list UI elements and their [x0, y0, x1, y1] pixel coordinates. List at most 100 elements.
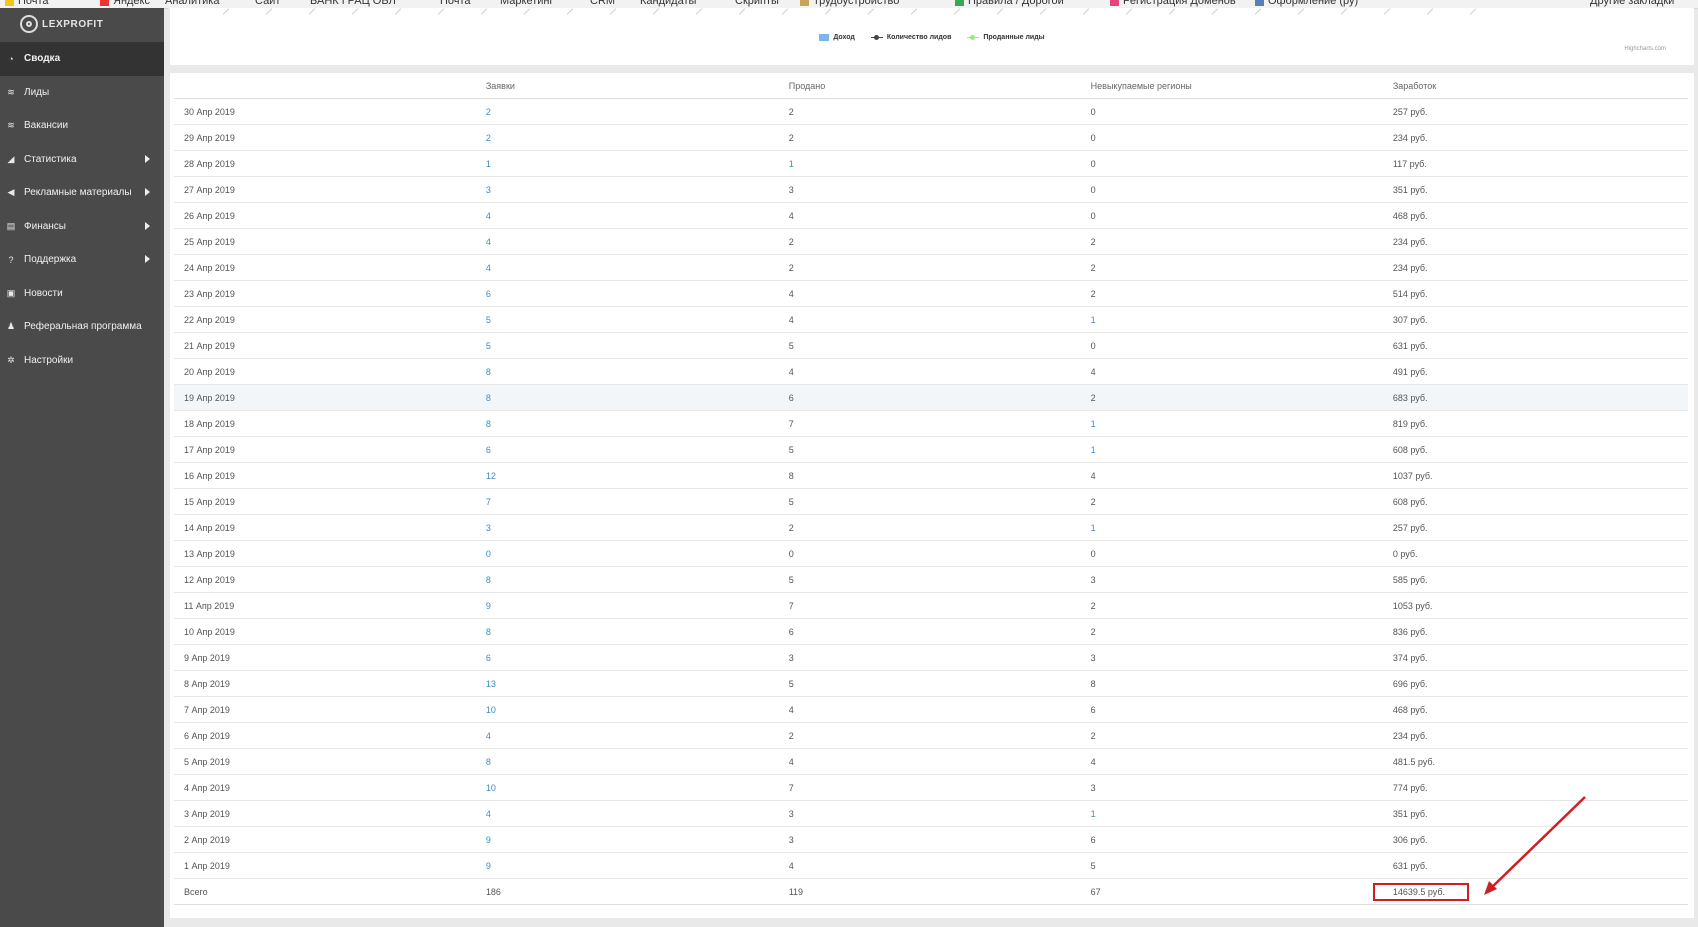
- cell-sold: 7: [788, 410, 1091, 437]
- sidebar-item[interactable]: ✲ Настройки: [0, 344, 164, 378]
- chart-tick: [738, 8, 746, 15]
- bookmark-item[interactable]: Сайт: [255, 0, 280, 7]
- sidebar-item-label: Реферальная программа: [24, 321, 142, 333]
- bookmark-label: CRM: [590, 0, 616, 7]
- cell-requests[interactable]: 1: [485, 150, 789, 177]
- sidebar-item[interactable]: ♟ Реферальная программа: [0, 310, 164, 344]
- cell-sold: 4: [788, 748, 1091, 775]
- cell-sold: 2: [788, 228, 1091, 255]
- cell-requests[interactable]: 8: [485, 748, 789, 775]
- column-header-sold[interactable]: Продано: [788, 73, 1091, 99]
- total-earnings-highlight: 14639.5 руб.: [1372, 882, 1470, 901]
- cell-requests[interactable]: 2: [485, 124, 789, 151]
- cell-requests[interactable]: 9: [485, 826, 789, 853]
- bookmark-item[interactable]: Яндекс: [100, 0, 150, 7]
- cell-sold: 4: [788, 852, 1091, 879]
- sidebar-item[interactable]: ▤ Финансы: [0, 210, 164, 244]
- cell-requests[interactable]: 8: [485, 618, 789, 645]
- cell-requests[interactable]: 4: [485, 800, 789, 827]
- bookmark-item[interactable]: Скрипты: [735, 0, 779, 7]
- column-header-unsold-regions[interactable]: Невыкупаемые регионы: [1090, 73, 1393, 99]
- cell-requests[interactable]: 5: [485, 306, 789, 333]
- cell-requests[interactable]: 6: [485, 280, 789, 307]
- cell-requests[interactable]: 8: [485, 566, 789, 593]
- bookmark-item[interactable]: БАНК ГРАЦ ОБЛ: [310, 0, 396, 7]
- chart-credits[interactable]: Highcharts.com: [1624, 46, 1666, 52]
- cell-unsold-regions[interactable]: 1: [1090, 514, 1393, 541]
- sidebar-item[interactable]: ◔ Сводка: [0, 42, 164, 76]
- chart-tick: [437, 8, 445, 15]
- cell-requests[interactable]: 8: [485, 410, 789, 437]
- bookmark-item[interactable]: Почта: [440, 0, 471, 7]
- chart-tick: [1211, 8, 1219, 15]
- sidebar-item[interactable]: ? Поддержка: [0, 243, 164, 277]
- cell-unsold-regions[interactable]: 1: [1090, 306, 1393, 333]
- cell-sold: 3: [788, 644, 1091, 671]
- cell-unsold-regions: 6: [1090, 826, 1393, 853]
- sidebar-item[interactable]: ≋ Лиды: [0, 76, 164, 110]
- cell-requests[interactable]: 8: [485, 384, 789, 411]
- bookmark-item[interactable]: CRM: [590, 0, 615, 7]
- sidebar-item[interactable]: ◢ Статистика: [0, 143, 164, 177]
- cell-earnings: 608 руб.: [1392, 436, 1688, 463]
- cell-unsold-regions: 4: [1090, 462, 1393, 489]
- cell-requests[interactable]: 12: [485, 462, 789, 489]
- table-row: 18 Апр 2019 8 7 1 819 руб.: [174, 410, 1688, 437]
- bookmark-item[interactable]: Другие закладки: [1590, 0, 1674, 7]
- cell-requests[interactable]: 6: [485, 644, 789, 671]
- cell-requests[interactable]: 4: [485, 202, 789, 229]
- cell-requests[interactable]: 4: [485, 254, 789, 281]
- cell-earnings: 0 руб.: [1392, 540, 1688, 567]
- table-row: 11 Апр 2019 9 7 2 1053 руб.: [174, 592, 1688, 619]
- cell-requests[interactable]: 10: [485, 774, 789, 801]
- bookmark-item[interactable]: Регистрация Доменов: [1110, 0, 1236, 7]
- cell-requests[interactable]: 4: [485, 722, 789, 749]
- legend-item[interactable]: Доход: [819, 34, 855, 41]
- legend-item[interactable]: Проданные лиды: [967, 34, 1045, 41]
- cell-requests[interactable]: 4: [485, 228, 789, 255]
- cell-requests[interactable]: 7: [485, 488, 789, 515]
- bookmark-item[interactable]: Трудоустройство: [800, 0, 899, 7]
- cell-requests[interactable]: 10: [485, 696, 789, 723]
- cell-requests[interactable]: 8: [485, 358, 789, 385]
- stats-table: Заявки Продано Невыкупаемые регионы Зара…: [174, 73, 1688, 905]
- cell-requests[interactable]: 6: [485, 436, 789, 463]
- cell-requests[interactable]: 3: [485, 176, 789, 203]
- column-header-earnings[interactable]: Заработок: [1392, 73, 1688, 99]
- chart-tick: [652, 8, 660, 15]
- legend-swatch: [967, 35, 980, 40]
- cell-unsold-regions: 0: [1090, 98, 1393, 125]
- bookmark-label: Почта: [440, 0, 471, 7]
- bookmark-item[interactable]: Оформление (ру): [1255, 0, 1358, 7]
- cell-requests[interactable]: 5: [485, 332, 789, 359]
- logo[interactable]: LEXPROFIT: [20, 12, 104, 36]
- sidebar-item[interactable]: ▣ Новости: [0, 277, 164, 311]
- table-row: 24 Апр 2019 4 2 2 234 руб.: [174, 254, 1688, 281]
- sidebar-item[interactable]: ≋ Вакансии: [0, 109, 164, 143]
- cell-requests[interactable]: 3: [485, 514, 789, 541]
- cell-requests[interactable]: 9: [485, 852, 789, 879]
- bookmark-item[interactable]: Маркетинг: [500, 0, 553, 7]
- cell-requests[interactable]: 9: [485, 592, 789, 619]
- cell-requests[interactable]: 13: [485, 670, 789, 697]
- cell-unsold-regions[interactable]: 1: [1090, 436, 1393, 463]
- bookmark-item[interactable]: Почта: [5, 0, 49, 7]
- cell-unsold-regions: 2: [1090, 618, 1393, 645]
- cell-unsold-regions[interactable]: 1: [1090, 410, 1393, 437]
- legend-item[interactable]: Количество лидов: [870, 34, 951, 41]
- cell-sold[interactable]: 1: [788, 150, 1091, 177]
- cell-unsold-regions: 2: [1090, 488, 1393, 515]
- cell-unsold-regions[interactable]: 1: [1090, 800, 1393, 827]
- column-header-requests[interactable]: Заявки: [485, 73, 789, 99]
- cell-earnings: 117 руб.: [1392, 150, 1688, 177]
- chart-tick: [1469, 8, 1477, 15]
- cell-earnings: 234 руб.: [1392, 124, 1688, 151]
- bookmark-item[interactable]: Аналитика: [165, 0, 219, 7]
- cell-requests[interactable]: 2: [485, 98, 789, 125]
- bookmark-item[interactable]: Правила / Дорогой: [955, 0, 1064, 7]
- bookmark-item[interactable]: Кандидаты: [640, 0, 696, 7]
- cell-requests[interactable]: 0: [485, 540, 789, 567]
- cell-unsold-regions: 2: [1090, 384, 1393, 411]
- sidebar-item[interactable]: ◀ Рекламные материалы: [0, 176, 164, 210]
- cell-unsold-regions: 0: [1090, 124, 1393, 151]
